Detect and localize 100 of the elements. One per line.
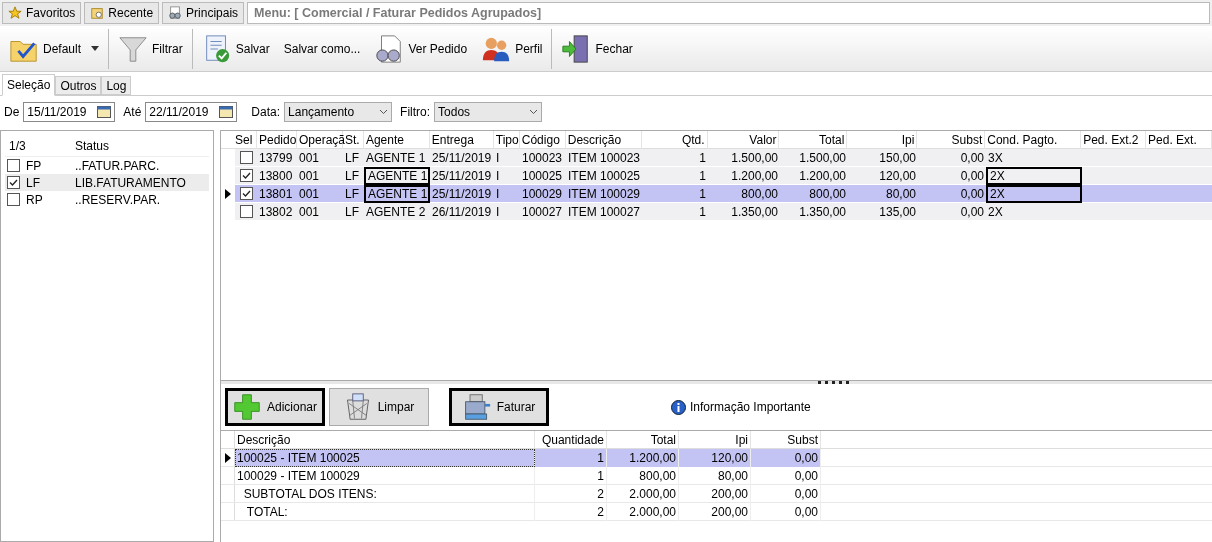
row-indicator-cell[interactable] <box>221 149 235 166</box>
summary-row[interactable]: 100029 - ITEM 100029 1 800,00 80,00 0,00 <box>221 467 1212 485</box>
table-cell-text: 25/11/2019 <box>431 150 493 167</box>
status-row[interactable]: RP ..RESERV.PAR. <box>5 191 209 208</box>
table-cell-text: 100025 <box>521 168 564 185</box>
table-cell-text: 0,00 <box>959 186 985 203</box>
caret-icon <box>529 109 539 115</box>
table-cell-text: 100029 <box>521 186 564 203</box>
table-cell-text: 001 <box>298 204 321 221</box>
table-cell-text: 2X <box>987 204 1004 221</box>
tab[interactable]: Seleção <box>2 74 56 96</box>
status-code: LF <box>26 174 40 192</box>
table-cell: 0,00 <box>751 503 821 521</box>
toolbar-button[interactable]: Default <box>6 28 103 69</box>
table-cell-text: 0,00 <box>959 204 985 221</box>
filter-dropdown[interactable]: Todos <box>434 102 543 122</box>
checkbox[interactable] <box>239 205 253 218</box>
summary-row[interactable]: TOTAL: 2 2.000,00 200,00 0,00 <box>221 503 1212 521</box>
table-cell-text: 1 <box>698 150 707 167</box>
table-cell-text: ITEM 100029 <box>567 186 642 203</box>
checkbox[interactable] <box>7 193 20 206</box>
star-icon <box>8 6 22 20</box>
checkbox[interactable] <box>239 187 253 200</box>
caret-icon <box>379 109 389 115</box>
toolbar-button[interactable]: Salvar <box>198 28 273 69</box>
table-cell-text: 1.500,00 <box>798 150 847 167</box>
favorites-tab[interactable]: Favoritos <box>2 2 82 24</box>
summary-row[interactable]: 100025 - ITEM 100025 1 1.200,00 120,00 0,00 <box>221 449 1212 467</box>
status-row[interactable]: FP ..FATUR.PARC. <box>5 157 209 174</box>
table-cell-text: 3X <box>987 150 1004 167</box>
column-header: 1/3 <box>8 137 27 155</box>
status-code: RP <box>26 191 43 209</box>
action-button[interactable]: Faturar <box>449 388 549 426</box>
status-code: FP <box>26 157 42 175</box>
table-cell-text: 25/11/2019 <box>431 186 493 203</box>
calendar-icon[interactable] <box>219 106 234 118</box>
tab[interactable]: Log <box>101 76 132 95</box>
table-cell: SUBTOTAL DOS ITENS: <box>235 485 535 503</box>
favorites-tab[interactable]: Principais <box>162 2 245 24</box>
column-header: Ipi <box>679 431 751 448</box>
table-cell: AGENTE 1 <box>364 185 430 203</box>
table-cell-text: 135,00 <box>878 204 917 221</box>
table-cell: 2X <box>986 185 1082 203</box>
column-header: Quantidade <box>535 431 607 448</box>
status-row[interactable]: LF LIB.FATURAMENTO <box>5 174 209 191</box>
table-cell: 2X <box>986 167 1082 185</box>
table-cell: TOTAL: <box>235 503 535 521</box>
table-cell-text: AGENTE 1 <box>365 150 427 167</box>
action-button[interactable]: Limpar <box>329 388 429 426</box>
table-cell-text: 001 <box>298 150 321 167</box>
toolbar-button[interactable]: Fechar <box>558 28 636 69</box>
table-cell-text: ITEM 100023 <box>567 150 642 167</box>
folder-icon <box>90 6 105 20</box>
column-header: Status <box>74 137 111 155</box>
column-header: Descrição <box>235 431 535 448</box>
toolbar-button[interactable]: Ver Pedido <box>371 28 471 69</box>
table-cell: 2 <box>535 503 607 521</box>
checkbox[interactable] <box>7 176 20 189</box>
menu-path: Menu: [ Comercial / Faturar Pedidos Agrupados] <box>247 2 1210 24</box>
tab[interactable]: Outros <box>55 76 102 95</box>
checkbox[interactable] <box>239 169 253 182</box>
calendar-icon[interactable] <box>97 106 112 118</box>
checkbox[interactable] <box>7 159 20 172</box>
checkbox[interactable] <box>239 151 253 164</box>
table-cell-text: 1 <box>698 168 707 185</box>
toolbar-button[interactable]: Filtrar <box>115 28 186 69</box>
order-row[interactable]: 13801 001 LF AGENTE 1 25/11/2019 I 100029 ITEM 100029 1 800,00 800,00 80,00 0,00 2X <box>221 185 1212 203</box>
table-cell: 2.000,00 <box>607 485 679 503</box>
table-cell: 0,00 <box>751 485 821 503</box>
table-cell-text: 80,00 <box>884 186 917 203</box>
status-name: ..RESERV.PAR. <box>74 191 162 209</box>
date-field[interactable]: 22/11/2019 <box>145 102 238 122</box>
table-cell: 0,00 <box>751 467 821 485</box>
order-row[interactable]: 13800 001 LF AGENTE 1 25/11/2019 I 100025 ITEM 100025 1 1.200,00 1.200,00 120,00 0,00 2X <box>221 167 1212 185</box>
cash-register-icon <box>462 393 491 421</box>
favorites-tab[interactable]: Recente <box>84 2 160 24</box>
table-cell-text: ITEM 100027 <box>567 204 642 221</box>
toolbar-button[interactable]: Salvar como... <box>280 28 364 69</box>
table-cell: 200,00 <box>679 485 751 503</box>
status-name: LIB.FATURAMENTO <box>74 174 187 192</box>
table-cell-text: 800,00 <box>808 186 847 203</box>
table-cell-text: 100023 <box>521 150 564 167</box>
table-cell-text: 150,00 <box>878 150 917 167</box>
toolbar-button[interactable]: Perfil <box>478 28 546 69</box>
splitter-grip-icon[interactable] <box>818 381 852 384</box>
date-type-dropdown[interactable]: Lançamento <box>284 102 393 122</box>
table-cell: 2.000,00 <box>607 503 679 521</box>
table-cell-text: 120,00 <box>878 168 917 185</box>
action-button[interactable]: Adicionar <box>225 388 325 426</box>
table-cell-text: I <box>495 168 501 185</box>
column-header: Total <box>607 431 679 448</box>
row-pointer-icon <box>224 452 231 463</box>
info-link[interactable]: Informação Importante <box>671 398 811 416</box>
table-cell-text: 100027 <box>521 204 564 221</box>
table-cell: AGENTE 1 <box>364 167 430 185</box>
order-row[interactable]: 13799 001 LF AGENTE 1 25/11/2019 I 100023 ITEM 100023 1 1.500,00 1.500,00 150,00 0,00 3X <box>221 149 1212 167</box>
order-row[interactable]: 13802 001 LF AGENTE 2 26/11/2019 I 100027 ITEM 100027 1 1.350,00 1.350,00 135,00 0,00 2X <box>221 203 1212 221</box>
table-cell-text: I <box>495 204 501 221</box>
summary-row[interactable]: SUBTOTAL DOS ITENS: 2 2.000,00 200,00 0,00 <box>221 485 1212 503</box>
date-field[interactable]: 15/11/2019 <box>23 102 116 122</box>
